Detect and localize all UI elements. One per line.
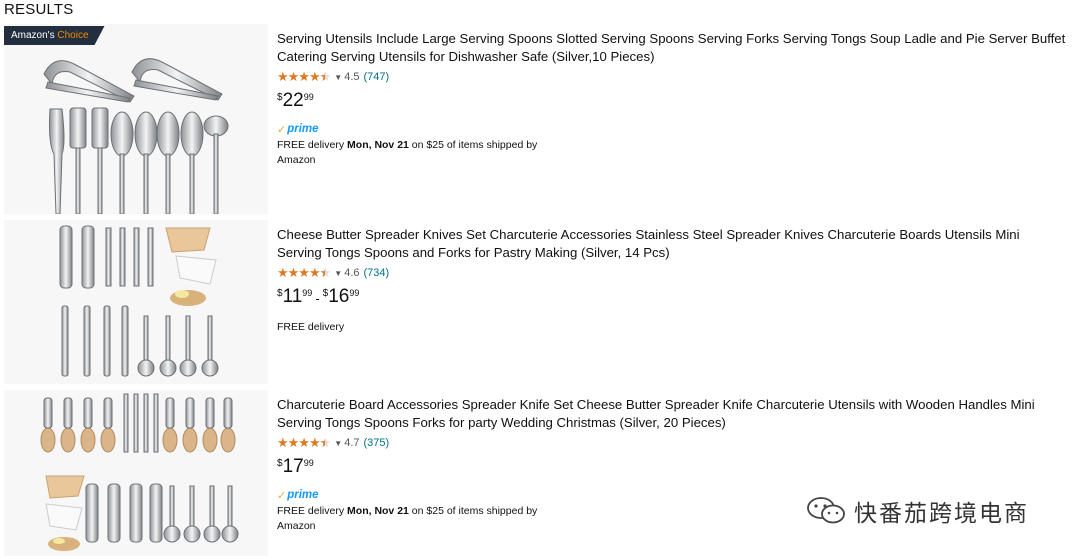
wechat-icon xyxy=(807,497,845,524)
price[interactable]: $17 99 xyxy=(277,456,314,478)
product-image[interactable] xyxy=(4,220,268,384)
watermark-text: 快番茄跨境电商 xyxy=(854,501,1029,527)
delivery-info: FREE delivery Mon, Nov 21 on $25 of item… xyxy=(277,139,538,166)
chevron-down-icon: ▼ xyxy=(334,268,343,278)
delivery-info: FREE delivery Mon, Nov 21 on $25 of item… xyxy=(277,505,538,532)
prime-logo: ✓ prime xyxy=(277,123,319,136)
product-title[interactable]: Cheese Butter Spreader Knives Set Charcu… xyxy=(277,226,1067,262)
product-image[interactable] xyxy=(4,390,268,556)
chevron-down-icon: ▼ xyxy=(334,438,343,448)
prime-check-icon: ✓ xyxy=(277,489,287,502)
review-count-link[interactable]: (734) xyxy=(364,267,390,279)
delivery-info: FREE delivery xyxy=(277,321,345,333)
price[interactable]: $22 99 xyxy=(277,90,314,112)
spreader-knives-image xyxy=(59,225,219,377)
search-result: Amazon's Choice Serving Utensils Include… xyxy=(0,24,1080,214)
prime-check-icon: ✓ xyxy=(277,123,287,136)
star-icon: ★★★★★ xyxy=(277,266,331,281)
results-header: RESULTS xyxy=(4,1,74,18)
price-range-separator: - xyxy=(315,291,320,306)
star-icon: ★★★★★ xyxy=(277,436,331,451)
rating-value: 4.7 xyxy=(344,437,360,449)
product-title[interactable]: Charcuterie Board Accessories Spreader K… xyxy=(277,396,1067,432)
watermark: 快番茄跨境电商 xyxy=(806,493,1029,529)
rating-row[interactable]: ★★★★★ ▼ 4.6 (734) xyxy=(277,266,1067,281)
search-result: Charcuterie Board Accessories Spreader K… xyxy=(0,390,1080,556)
product-title[interactable]: Serving Utensils Include Large Serving S… xyxy=(277,30,1067,66)
price-high[interactable]: $16 99 xyxy=(323,286,360,308)
rating-value: 4.6 xyxy=(344,267,360,279)
chevron-down-icon: ▼ xyxy=(334,72,343,82)
rating-row[interactable]: ★★★★★ ▼ 4.5 (747) xyxy=(277,70,1067,85)
star-icon: ★★★★★ xyxy=(277,70,331,85)
product-image[interactable] xyxy=(4,24,268,214)
amazons-choice-badge: Amazon's Choice xyxy=(4,26,105,45)
rating-value: 4.5 xyxy=(344,71,360,83)
charcuterie-set-image xyxy=(40,393,239,551)
rating-row[interactable]: ★★★★★ ▼ 4.7 (375) xyxy=(277,436,1067,451)
review-count-link[interactable]: (747) xyxy=(364,71,390,83)
review-count-link[interactable]: (375) xyxy=(364,437,390,449)
serving-utensils-image xyxy=(43,58,229,214)
search-result: Cheese Butter Spreader Knives Set Charcu… xyxy=(0,220,1080,384)
price-low[interactable]: $11 99 xyxy=(277,286,312,308)
